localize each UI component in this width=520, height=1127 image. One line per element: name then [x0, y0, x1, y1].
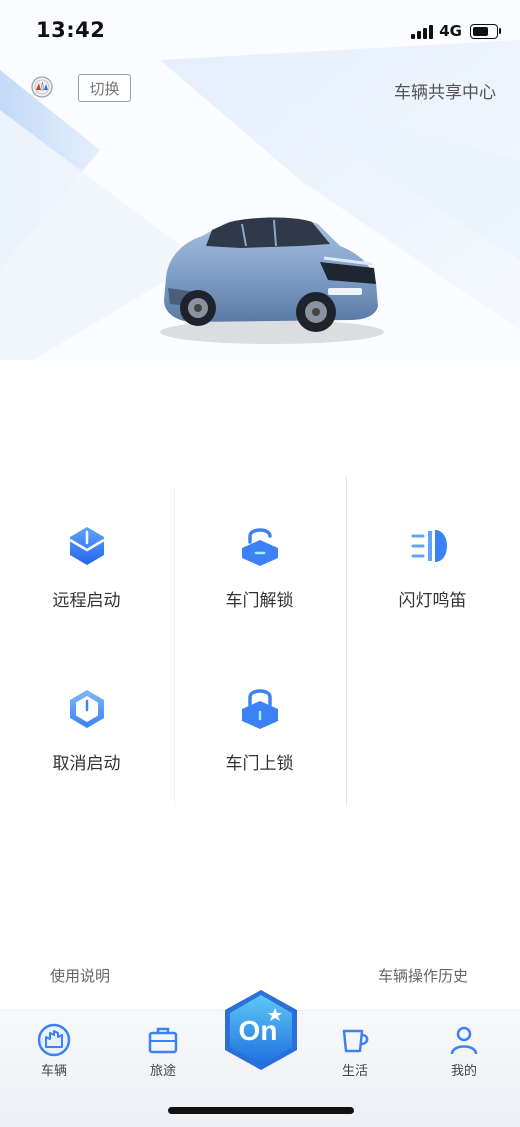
status-time: 13:42: [36, 18, 106, 42]
flash-horn-label: 闪灯鸣笛: [398, 591, 467, 611]
switch-vehicle-button[interactable]: 切换: [78, 74, 131, 102]
user-icon: [450, 1026, 478, 1055]
door-unlock-label: 车门解锁: [225, 591, 294, 611]
cancel-start-button[interactable]: 取消启动: [0, 687, 173, 774]
status-bar: 13:42 4G: [0, 0, 520, 60]
tab-trip-label: 旅途: [149, 1064, 176, 1079]
tab-vehicle[interactable]: 车辆: [19, 1023, 89, 1079]
vehicle-tab-icon: [37, 1023, 71, 1057]
instructions-link[interactable]: 使用说明: [50, 965, 110, 986]
tab-mine-label: 我的: [450, 1064, 477, 1079]
door-lock-button[interactable]: 车门上锁: [173, 687, 346, 774]
tab-life[interactable]: 生活: [320, 1023, 390, 1079]
signal-icon: [411, 23, 434, 39]
vehicle-image: [160, 217, 384, 344]
vehicle-share-center-link[interactable]: 车辆共享中心: [394, 78, 496, 103]
battery-level: [473, 26, 488, 36]
remote-start-label: 远程启动: [52, 591, 121, 611]
flash-horn-button[interactable]: 闪灯鸣笛: [346, 524, 519, 611]
home-indicator: [168, 1107, 354, 1114]
headlight-icon: [411, 530, 447, 562]
tab-vehicle-label: 车辆: [40, 1064, 67, 1079]
tab-trip[interactable]: 旅途: [128, 1023, 198, 1079]
briefcase-icon: [148, 1027, 178, 1054]
door-lock-label: 车门上锁: [225, 754, 294, 774]
remote-control-panel: 远程启动 车门解锁 闪灯鸣笛 取消启动 车门上锁: [0, 476, 520, 806]
remote-start-icon: [68, 527, 105, 565]
battery-icon: [470, 23, 501, 39]
cancel-start-label: 取消启动: [52, 754, 121, 774]
network-type: 4G: [439, 22, 462, 40]
lock-icon: [241, 689, 278, 729]
unlock-icon: [241, 528, 278, 566]
door-unlock-button[interactable]: 车门解锁: [173, 524, 346, 611]
remote-start-button[interactable]: 远程启动: [0, 524, 173, 611]
tab-mine[interactable]: 我的: [429, 1023, 499, 1079]
brand-logo: [31, 76, 53, 98]
operation-history-link[interactable]: 车辆操作历史: [378, 965, 468, 986]
cup-icon: [342, 1029, 369, 1053]
onstar-center-button[interactable]: On: [222, 988, 300, 1072]
status-indicators: 4G: [411, 22, 501, 40]
tab-life-label: 生活: [341, 1064, 368, 1079]
cancel-start-icon: [69, 690, 104, 728]
